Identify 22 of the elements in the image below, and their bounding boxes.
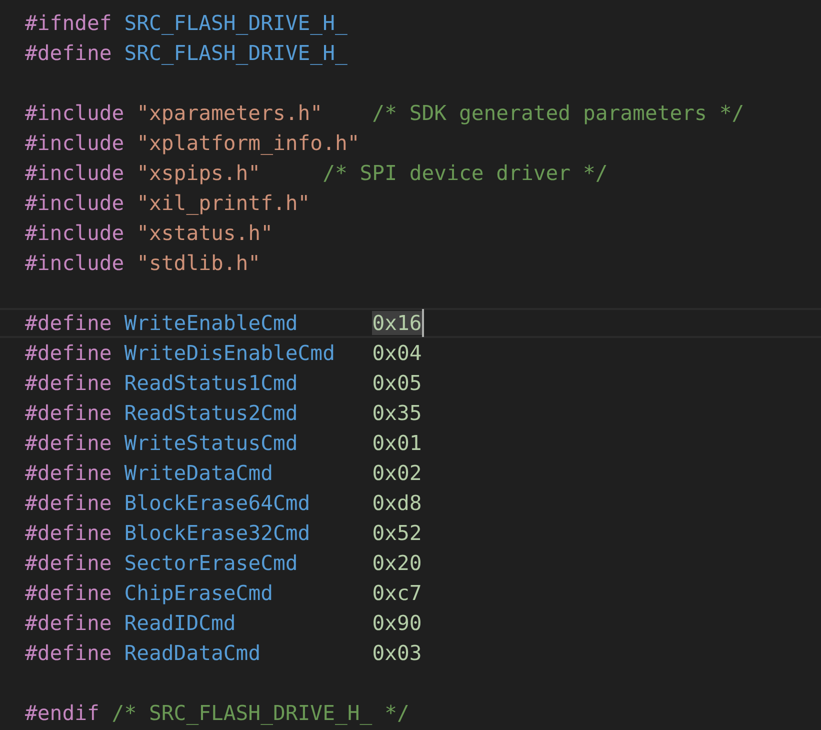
code-line: #ifndef SRC_FLASH_DRIVE_H_ <box>25 10 348 37</box>
code-line: #define WriteStatusCmd 0x01 <box>25 430 422 457</box>
code-line: #define ReadIDCmd 0x90 <box>25 610 422 637</box>
code-line: #define WriteDisEnableCmd 0x04 <box>25 340 422 367</box>
code-line: #define ReadStatus2Cmd 0x35 <box>25 400 422 427</box>
code-line: #define BlockErase64Cmd 0xd8 <box>25 490 422 517</box>
code-line: #define BlockErase32Cmd 0x52 <box>25 520 422 547</box>
text-cursor <box>422 309 424 337</box>
code-line: #include "xil_printf.h" <box>25 190 310 217</box>
code-line: #define SRC_FLASH_DRIVE_H_ <box>25 40 348 67</box>
code-line: #include "stdlib.h" <box>25 250 261 277</box>
code-line: #define WriteEnableCmd 0x16 <box>25 310 422 337</box>
code-line: #include "xplatform_info.h" <box>25 130 360 157</box>
code-line: #define WriteDataCmd 0x02 <box>25 460 422 487</box>
code-line: #define SectorEraseCmd 0x20 <box>25 550 422 577</box>
code-line: #define ReadDataCmd 0x03 <box>25 640 422 667</box>
code-line: #endif /* SRC_FLASH_DRIVE_H_ */ <box>25 700 410 727</box>
code-line: #define ReadStatus1Cmd 0x05 <box>25 370 422 397</box>
code-line: #include "xstatus.h" <box>25 220 273 247</box>
code-line: #include "xspips.h" /* SPI device driver */ <box>25 160 608 187</box>
code-line: #include "xparameters.h" /* SDK generated parameters */ <box>25 100 744 127</box>
code-line: #define ChipEraseCmd 0xc7 <box>25 580 422 607</box>
